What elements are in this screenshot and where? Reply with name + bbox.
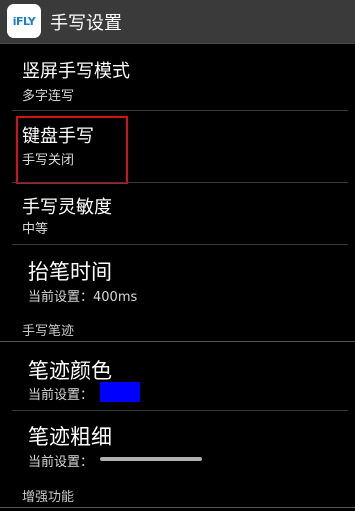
setting-summary: 当前设置： (28, 455, 94, 470)
section-divider (0, 341, 355, 342)
title-bar: iFLY 手写设置 (0, 0, 355, 44)
setting-summary: 多字连写 (22, 89, 75, 104)
setting-pen-color[interactable]: 笔迹颜色 当前设置： (0, 343, 355, 409)
highlight-box (16, 116, 128, 184)
section-divider (0, 507, 355, 508)
pen-color-swatch (100, 382, 140, 402)
setting-title: 笔迹粗细 (28, 425, 112, 449)
setting-summary: 当前设置： (28, 388, 94, 403)
app-logo-icon: iFLY (7, 4, 41, 38)
setting-pen-lift-time[interactable]: 抬笔时间 当前设置：400ms (0, 245, 355, 311)
setting-summary: 当前设置：400ms (28, 290, 138, 305)
app-logo-text: iFLY (12, 14, 36, 28)
setting-title: 竖屏手写模式 (22, 61, 130, 82)
setting-handwriting-sensitivity[interactable]: 手写灵敏度 中等 (0, 183, 355, 243)
setting-pen-thickness[interactable]: 笔迹粗细 当前设置： (0, 411, 355, 477)
pen-thickness-indicator (100, 457, 202, 461)
setting-title: 抬笔时间 (28, 260, 112, 284)
setting-title: 手写灵敏度 (22, 197, 112, 218)
section-header-enhanced: 增强功能 (22, 490, 75, 505)
setting-summary: 中等 (22, 222, 49, 237)
setting-portrait-handwriting-mode[interactable]: 竖屏手写模式 多字连写 (0, 45, 355, 109)
setting-title: 笔迹颜色 (28, 359, 112, 383)
page-title: 手写设置 (50, 13, 122, 34)
section-header-pen-trail: 手写笔迹 (22, 324, 75, 339)
